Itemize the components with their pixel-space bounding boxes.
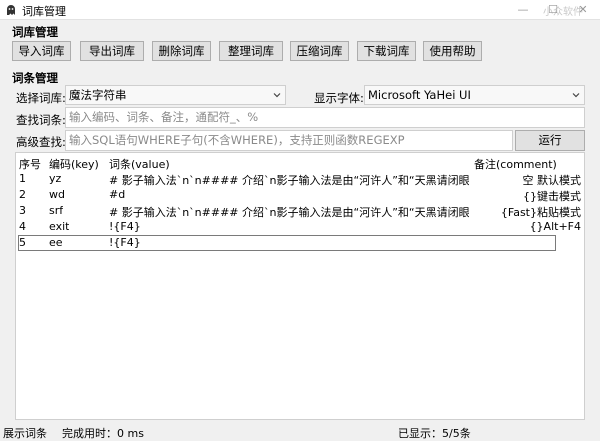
cell-key: exit bbox=[49, 220, 70, 233]
cell-key: srf bbox=[49, 204, 64, 217]
header-value[interactable]: 词条(value) bbox=[109, 156, 170, 172]
header-no[interactable]: 序号 bbox=[19, 156, 41, 172]
cell-value: # 影子输入法`n`n#### 介绍`n影子输入法是由“河许人”和“天黑请闭眼”… bbox=[109, 174, 469, 187]
header-key[interactable]: 编码(key) bbox=[49, 156, 99, 172]
library-select[interactable]: 魔法字符串 bbox=[65, 85, 286, 105]
cell-comment: 空 默认模式 bbox=[522, 174, 582, 187]
select-library-label: 选择词库: bbox=[16, 91, 66, 105]
maximize-button[interactable]: ☐ bbox=[538, 0, 568, 20]
import-library-button[interactable]: 导入词库 bbox=[12, 41, 71, 61]
cell-key: ee bbox=[49, 236, 63, 249]
cell-comment: {Fast}粘贴模式 bbox=[500, 206, 581, 219]
close-button[interactable]: ✕ bbox=[568, 0, 598, 20]
status-count: 已显示：5/5条 bbox=[398, 427, 471, 440]
cell-value: !{F4} bbox=[109, 220, 141, 233]
export-library-button[interactable]: 导出词库 bbox=[80, 41, 144, 61]
cell-key: yz bbox=[49, 172, 62, 185]
status-bar: 展示词条 完成用时：0 ms 已显示：5/5条 bbox=[0, 421, 600, 441]
header-comment[interactable]: 备注(comment) bbox=[474, 156, 557, 172]
chevron-down-icon bbox=[273, 93, 281, 98]
chevron-down-icon bbox=[572, 93, 580, 98]
app-ghost-icon bbox=[7, 5, 15, 15]
font-select-value: Microsoft YaHei UI bbox=[368, 88, 471, 102]
run-button[interactable]: 运行 bbox=[515, 130, 585, 151]
cell-value: # 影子输入法`n`n#### 介绍`n影子输入法是由“河许人”和“天黑请闭眼”… bbox=[109, 206, 469, 219]
cell-value: #d bbox=[109, 188, 126, 201]
download-library-button[interactable]: 下载词库 bbox=[357, 41, 416, 61]
minimize-button[interactable]: — bbox=[508, 0, 538, 20]
search-input[interactable]: 输入编码、词条、备注，通配符_、% bbox=[65, 107, 585, 128]
font-label: 显示字体: bbox=[314, 91, 364, 105]
delete-library-button[interactable]: 删除词库 bbox=[152, 41, 211, 61]
window-title: 词库管理 bbox=[22, 5, 66, 18]
cell-comment: {}Alt+F4 bbox=[529, 220, 581, 233]
cell-no: 3 bbox=[19, 204, 26, 217]
help-button[interactable]: 使用帮助 bbox=[423, 41, 482, 61]
entries-section-title: 词条管理 bbox=[12, 71, 58, 85]
status-time: 完成用时：0 ms bbox=[62, 427, 144, 440]
advanced-search-input[interactable]: 输入SQL语句WHERE子句(不含WHERE)，支持正则函数REGEXP bbox=[65, 130, 513, 151]
title-bar: 词库管理 小众软件 — ☐ ✕ bbox=[0, 0, 600, 20]
library-section-title: 词库管理 bbox=[12, 25, 58, 39]
advanced-search-label: 高级查找: bbox=[16, 135, 66, 149]
search-label: 查找词条: bbox=[16, 113, 66, 127]
library-select-value: 魔法字符串 bbox=[69, 88, 127, 102]
cell-no: 4 bbox=[19, 220, 26, 233]
organize-library-button[interactable]: 整理词库 bbox=[219, 41, 283, 61]
cell-value: !{F4} bbox=[109, 236, 141, 249]
cell-no: 1 bbox=[19, 172, 26, 185]
compress-library-button[interactable]: 压缩词库 bbox=[290, 41, 349, 61]
cell-comment: {}键击模式 bbox=[523, 190, 581, 203]
cell-no: 5 bbox=[19, 236, 26, 249]
font-select[interactable]: Microsoft YaHei UI bbox=[364, 85, 585, 105]
entries-table[interactable]: 序号 编码(key) 词条(value) 备注(comment) 1 yz # … bbox=[15, 152, 585, 420]
cell-no: 2 bbox=[19, 188, 26, 201]
status-mode: 展示词条 bbox=[3, 427, 47, 440]
cell-key: wd bbox=[49, 188, 65, 201]
